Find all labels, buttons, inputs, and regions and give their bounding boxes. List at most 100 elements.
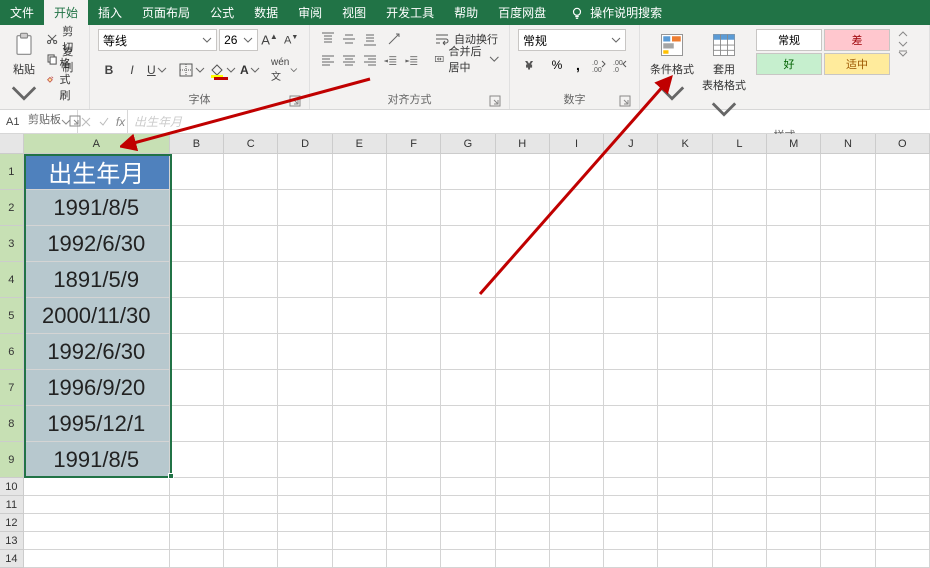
cell-D9[interactable]: [278, 442, 332, 478]
cell-A13[interactable]: [24, 532, 170, 550]
align-middle-button[interactable]: [339, 29, 359, 49]
cell-A5[interactable]: 2000/11/30: [24, 298, 170, 334]
cell-J12[interactable]: [604, 514, 658, 532]
cell-M11[interactable]: [767, 496, 821, 514]
cell-C4[interactable]: [224, 262, 278, 298]
cell-O7[interactable]: [876, 370, 930, 406]
dialog-launcher-icon[interactable]: [619, 95, 631, 107]
cell-C9[interactable]: [224, 442, 278, 478]
dialog-launcher-icon[interactable]: [289, 95, 301, 107]
align-top-button[interactable]: [318, 29, 338, 49]
cell-K2[interactable]: [658, 190, 712, 226]
tab-formulas[interactable]: 公式: [200, 0, 244, 25]
cell-L11[interactable]: [713, 496, 767, 514]
decrease-decimal-button[interactable]: .00.0: [610, 55, 630, 75]
increase-decimal-button[interactable]: .0.00: [589, 55, 609, 75]
cell-C14[interactable]: [224, 550, 278, 568]
cell-F2[interactable]: [387, 190, 441, 226]
column-header-K[interactable]: K: [658, 134, 712, 154]
cell-I9[interactable]: [550, 442, 604, 478]
tab-layout[interactable]: 页面布局: [132, 0, 200, 25]
cell-A8[interactable]: 1995/12/1: [24, 406, 170, 442]
row-header-1[interactable]: 1: [0, 154, 24, 190]
cell-H6[interactable]: [496, 334, 550, 370]
cell-J14[interactable]: [604, 550, 658, 568]
cell-N1[interactable]: [821, 154, 875, 190]
cell-A4[interactable]: 1891/5/9: [24, 262, 170, 298]
row-header-9[interactable]: 9: [0, 442, 24, 478]
cell-A2[interactable]: 1991/8/5: [24, 190, 170, 226]
cell-J7[interactable]: [604, 370, 658, 406]
cell-G13[interactable]: [441, 532, 495, 550]
cell-A14[interactable]: [24, 550, 170, 568]
cell-A7[interactable]: 1996/9/20: [24, 370, 170, 406]
cell-O6[interactable]: [876, 334, 930, 370]
align-left-button[interactable]: [318, 51, 338, 71]
cell-A10[interactable]: [24, 478, 170, 496]
tab-home[interactable]: 开始: [44, 0, 88, 25]
italic-button[interactable]: I: [121, 59, 143, 81]
cell-G5[interactable]: [441, 298, 495, 334]
cell-L4[interactable]: [713, 262, 767, 298]
borders-button[interactable]: [175, 59, 205, 81]
cell-G7[interactable]: [441, 370, 495, 406]
cell-A9[interactable]: 1991/8/5: [24, 442, 170, 478]
cell-I8[interactable]: [550, 406, 604, 442]
column-header-M[interactable]: M: [767, 134, 821, 154]
cell-C3[interactable]: [224, 226, 278, 262]
cell-F6[interactable]: [387, 334, 441, 370]
cell-F9[interactable]: [387, 442, 441, 478]
row-header-3[interactable]: 3: [0, 226, 24, 262]
tab-file[interactable]: 文件: [0, 0, 44, 25]
fx-icon[interactable]: fx: [116, 115, 125, 129]
accounting-format-button[interactable]: ¥: [518, 55, 546, 75]
cell-D2[interactable]: [278, 190, 332, 226]
cell-I11[interactable]: [550, 496, 604, 514]
tab-review[interactable]: 审阅: [288, 0, 332, 25]
column-header-A[interactable]: A: [24, 134, 170, 154]
cell-O3[interactable]: [876, 226, 930, 262]
dialog-launcher-icon[interactable]: [489, 95, 501, 107]
cell-A3[interactable]: 1992/6/30: [24, 226, 170, 262]
cell-G10[interactable]: [441, 478, 495, 496]
cell-G12[interactable]: [441, 514, 495, 532]
cell-J10[interactable]: [604, 478, 658, 496]
cell-K13[interactable]: [658, 532, 712, 550]
cell-B14[interactable]: [170, 550, 224, 568]
cell-B12[interactable]: [170, 514, 224, 532]
cell-style-bad[interactable]: 差: [824, 29, 890, 51]
cell-B10[interactable]: [170, 478, 224, 496]
style-more-icon[interactable]: [896, 49, 910, 59]
cell-L3[interactable]: [713, 226, 767, 262]
cell-C13[interactable]: [224, 532, 278, 550]
cell-O5[interactable]: [876, 298, 930, 334]
row-header-6[interactable]: 6: [0, 334, 24, 370]
cell-N4[interactable]: [821, 262, 875, 298]
cell-E10[interactable]: [333, 478, 387, 496]
column-header-D[interactable]: D: [278, 134, 332, 154]
cell-I1[interactable]: [550, 154, 604, 190]
cell-N2[interactable]: [821, 190, 875, 226]
cell-C5[interactable]: [224, 298, 278, 334]
cell-N12[interactable]: [821, 514, 875, 532]
cell-I3[interactable]: [550, 226, 604, 262]
cell-H5[interactable]: [496, 298, 550, 334]
row-header-11[interactable]: 11: [0, 496, 24, 514]
row-header-4[interactable]: 4: [0, 262, 24, 298]
cell-C2[interactable]: [224, 190, 278, 226]
cell-G6[interactable]: [441, 334, 495, 370]
cell-M14[interactable]: [767, 550, 821, 568]
cell-O12[interactable]: [876, 514, 930, 532]
cell-I7[interactable]: [550, 370, 604, 406]
cell-D3[interactable]: [278, 226, 332, 262]
row-header-12[interactable]: 12: [0, 514, 24, 532]
cell-B7[interactable]: [170, 370, 224, 406]
cell-N11[interactable]: [821, 496, 875, 514]
cell-I10[interactable]: [550, 478, 604, 496]
cell-L12[interactable]: [713, 514, 767, 532]
cell-H10[interactable]: [496, 478, 550, 496]
tell-me[interactable]: 操作说明搜索: [570, 0, 662, 25]
column-header-G[interactable]: G: [441, 134, 495, 154]
column-header-C[interactable]: C: [224, 134, 278, 154]
merge-center-button[interactable]: 合并后居中: [432, 49, 501, 69]
